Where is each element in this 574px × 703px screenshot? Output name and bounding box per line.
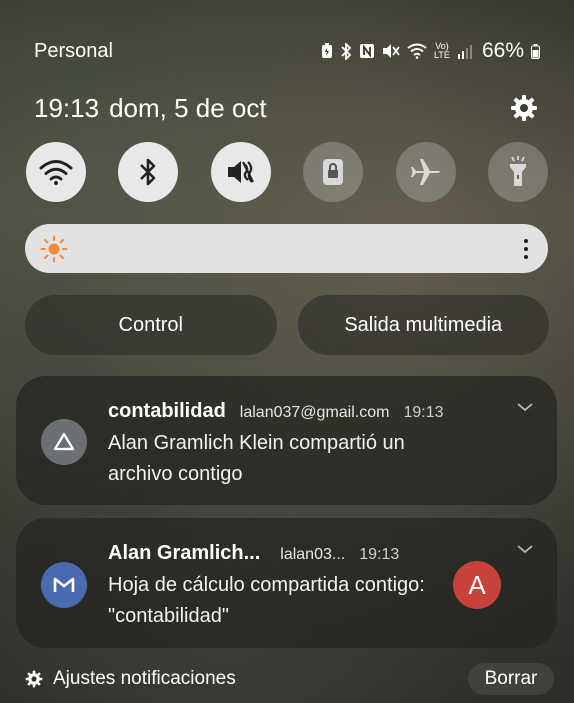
header-row: 19:13 dom, 5 de oct [34, 92, 540, 124]
avatar: A [453, 561, 501, 609]
clear-button[interactable]: Borrar [468, 663, 554, 695]
bluetooth-icon [140, 158, 156, 186]
bluetooth-toggle[interactable] [118, 142, 179, 202]
notification-title: contabilidad [108, 400, 226, 422]
nfc-icon [359, 43, 375, 59]
media-output-button[interactable]: Salida multimedia [297, 295, 549, 355]
flashlight-toggle[interactable] [487, 142, 548, 202]
gear-icon [511, 95, 537, 121]
wifi-toggle[interactable] [26, 142, 86, 202]
notification-header: contabilidad lalan037@gmail.com 19:13 [108, 400, 507, 423]
control-button[interactable]: Control [25, 295, 277, 355]
clock: 19:13 [34, 92, 100, 123]
airplane-toggle[interactable] [395, 142, 456, 202]
airplane-icon [410, 159, 440, 185]
notification-body: Hoja de cálculo compartida contigo: "con… [108, 574, 425, 627]
flashlight-icon [509, 156, 526, 186]
settings-button[interactable] [508, 92, 540, 124]
bluetooth-icon [340, 42, 352, 60]
notification-card[interactable]: contabilidad lalan037@gmail.com 19:13 Al… [16, 376, 557, 505]
status-icons: Vo) LTE 66% [321, 39, 540, 63]
notification-time: 19:13 [403, 404, 444, 421]
gear-icon [25, 670, 43, 688]
rotation-lock-toggle[interactable] [303, 142, 364, 202]
notification-card[interactable]: Alan Gramlich... lalan03... 19:13 Hoja d… [16, 518, 557, 648]
notification-account: lalan037@gmail.com [239, 404, 390, 421]
battery-saver-icon [321, 43, 333, 59]
lock-icon [323, 159, 344, 185]
status-bar: Personal Vo) LTE 66% [34, 38, 540, 64]
mute-toggle[interactable] [210, 142, 271, 202]
signal-icon [457, 44, 473, 59]
wifi-icon [39, 160, 73, 185]
chevron-down-icon[interactable] [515, 400, 535, 414]
notification-settings-label: Ajustes notificaciones [53, 668, 236, 689]
action-buttons: Control Salida multimedia [25, 295, 549, 355]
brightness-slider[interactable] [25, 224, 548, 273]
wifi-status-icon [407, 43, 427, 59]
brightness-sun-icon [39, 234, 69, 264]
mute-icon [382, 43, 400, 59]
notification-time: 19:13 [359, 546, 400, 563]
gmail-icon [41, 562, 87, 608]
carrier-name: Personal [34, 39, 113, 62]
battery-percent: 66% [481, 39, 524, 62]
footer: Ajustes notificaciones Borrar [25, 662, 554, 696]
notification-account: lalan03... [280, 546, 346, 563]
chevron-down-icon[interactable] [515, 542, 535, 556]
battery-icon [531, 43, 540, 59]
volte-label: Vo) LTE [434, 41, 450, 60]
date: dom, 5 de oct [109, 92, 267, 123]
mute-icon [227, 161, 254, 183]
notification-title: Alan Gramlich... [108, 542, 261, 564]
notification-settings-button[interactable]: Ajustes notificaciones [25, 668, 236, 690]
google-drive-icon [41, 419, 87, 465]
quick-toggles [26, 142, 548, 202]
notification-header: Alan Gramlich... lalan03... 19:13 [108, 542, 507, 565]
more-options-icon[interactable] [524, 238, 528, 259]
notification-body: Alan Gramlich Klein compartió un archivo… [108, 432, 405, 485]
